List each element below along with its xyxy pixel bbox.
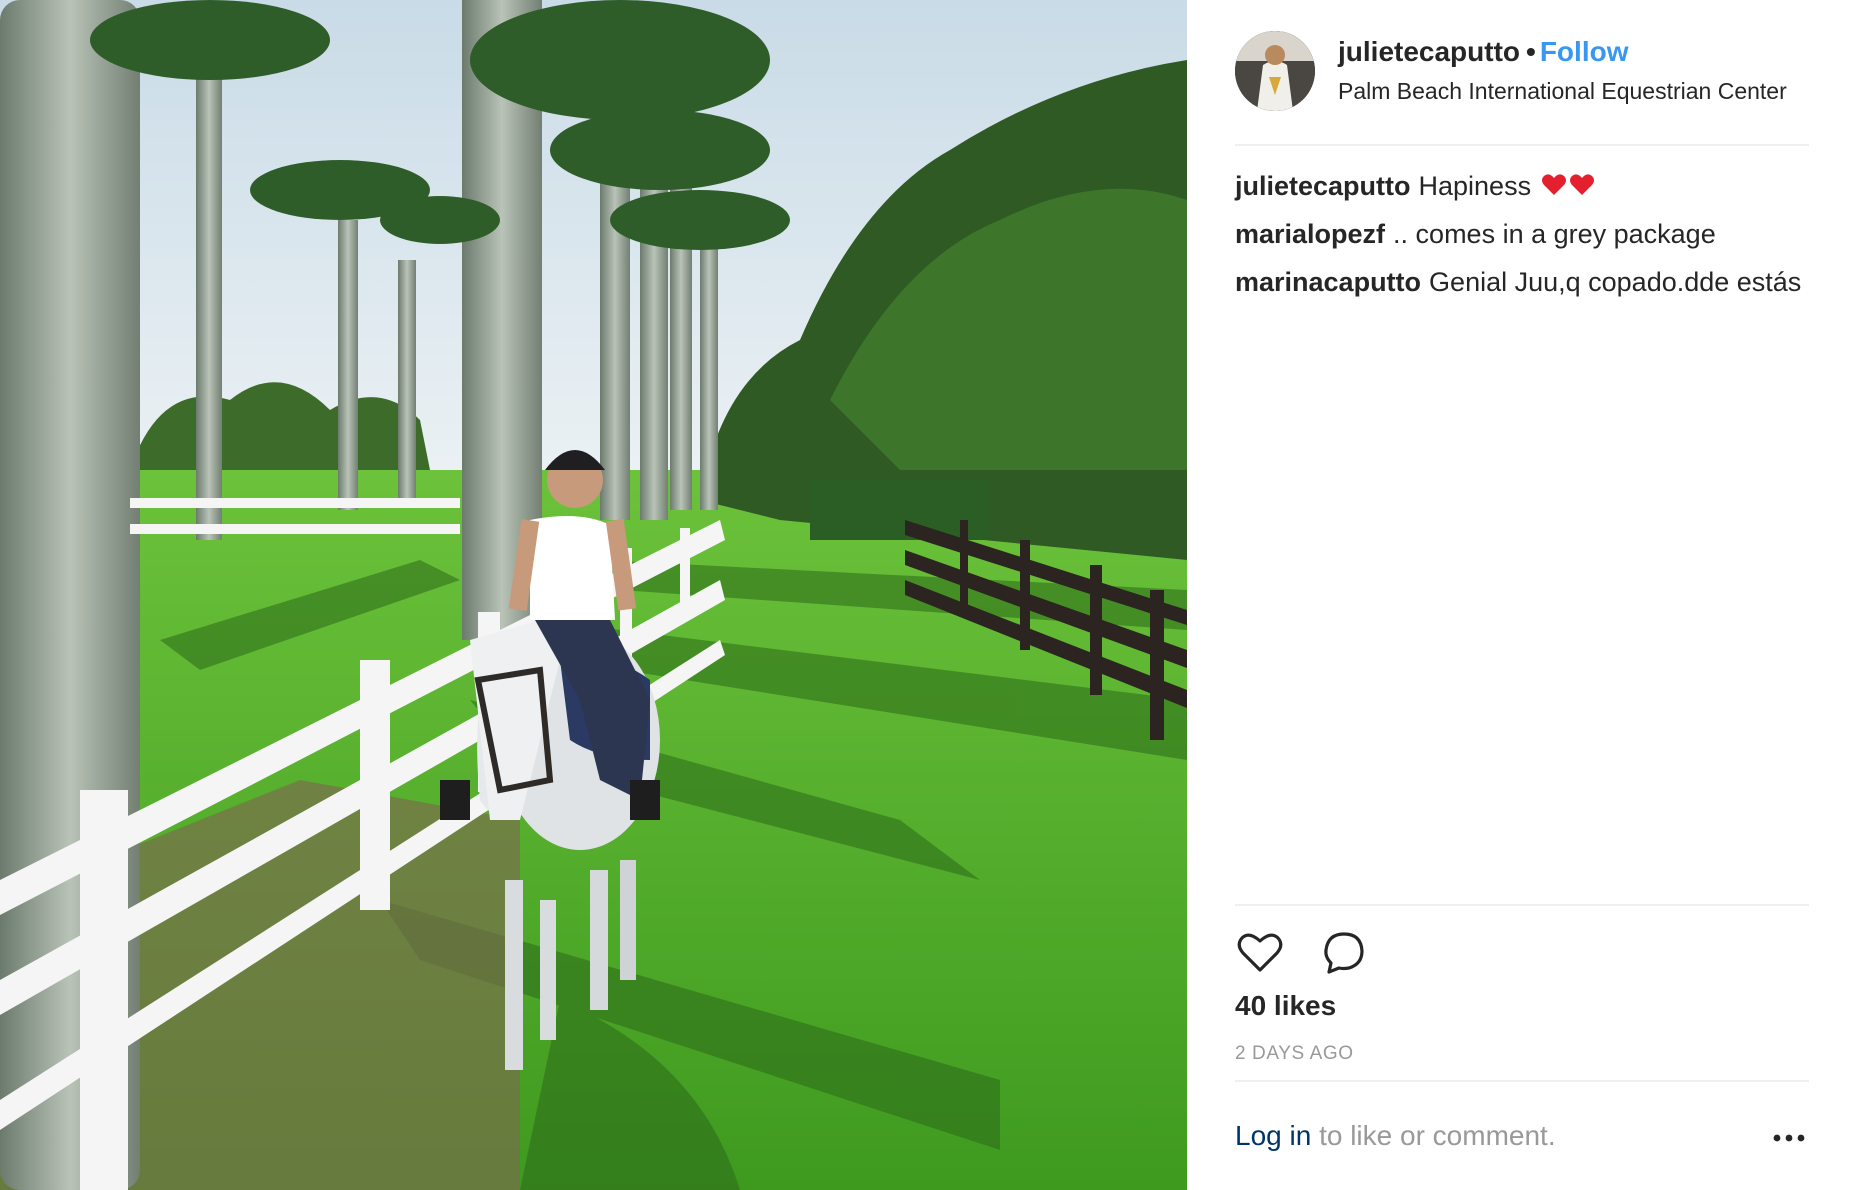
location-link[interactable]: Palm Beach International Equestrian Cent… bbox=[1338, 76, 1808, 106]
comment-item: julietecaputto Hapiness bbox=[1235, 168, 1809, 204]
login-prompt: Log in to like or comment. bbox=[1235, 1118, 1809, 1154]
comment-item: marinacaputto Genial Juu,q copado.dde est… bbox=[1235, 264, 1809, 300]
instagram-post-view: julietecaputto • Follow Palm Beach Interna… bbox=[0, 0, 1854, 1190]
comments-list: julietecaputto Hapiness marialopezf .. com… bbox=[1235, 168, 1809, 312]
login-link[interactable]: Log in bbox=[1235, 1120, 1311, 1151]
post-details-panel: julietecaputto • Follow Palm Beach Interna… bbox=[1187, 0, 1854, 1190]
follow-button[interactable]: Follow bbox=[1540, 36, 1629, 67]
more-options-button[interactable] bbox=[1769, 1118, 1809, 1154]
heart-outline-icon bbox=[1237, 933, 1283, 972]
comment-author[interactable]: marialopezf bbox=[1235, 219, 1385, 249]
username-row: julietecaputto • Follow bbox=[1338, 34, 1808, 70]
comment-text: Hapiness bbox=[1418, 171, 1532, 201]
avatar[interactable] bbox=[1235, 31, 1315, 111]
comment-text: .. comes in a grey package bbox=[1393, 219, 1716, 249]
comment-item: marialopezf .. comes in a grey package bbox=[1235, 216, 1809, 252]
username-link[interactable]: julietecaputto bbox=[1338, 36, 1520, 67]
speech-bubble-icon bbox=[1324, 932, 1364, 974]
header-text: julietecaputto • Follow Palm Beach Interna… bbox=[1338, 34, 1808, 106]
comment-author[interactable]: marinacaputto bbox=[1235, 267, 1421, 297]
separator-dot: • bbox=[1526, 36, 1536, 67]
post-header: julietecaputto • Follow Palm Beach Interna… bbox=[1235, 28, 1809, 146]
likes-count[interactable]: 40 likes bbox=[1235, 988, 1336, 1024]
post-photo bbox=[0, 0, 1187, 1190]
actions-divider bbox=[1235, 904, 1809, 906]
like-button[interactable] bbox=[1235, 928, 1285, 976]
two-red-hearts-icon bbox=[1539, 171, 1595, 201]
post-actions bbox=[1235, 928, 1809, 976]
comment-author[interactable]: julietecaputto bbox=[1235, 171, 1411, 201]
comment-text: Genial Juu,q copado.dde estás bbox=[1429, 267, 1802, 297]
comment-button[interactable] bbox=[1319, 928, 1369, 976]
login-prompt-text: to like or comment. bbox=[1311, 1120, 1556, 1151]
footer-divider bbox=[1235, 1080, 1809, 1082]
post-time[interactable]: 2 DAYS AGO bbox=[1235, 1042, 1354, 1066]
ellipsis-icon bbox=[1773, 1134, 1805, 1142]
